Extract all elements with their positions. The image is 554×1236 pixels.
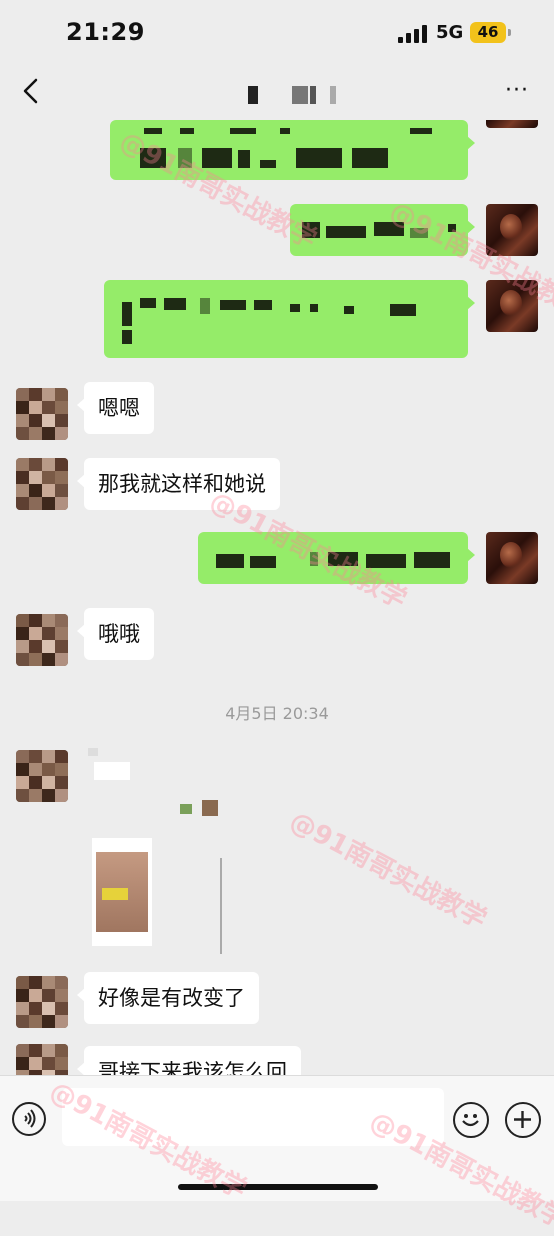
message-text: 好像是有改变了 xyxy=(98,986,245,1010)
avatar-self[interactable] xyxy=(486,120,538,128)
message-bubble-in[interactable]: 嗯嗯 xyxy=(77,382,154,434)
avatar-self[interactable] xyxy=(486,532,538,584)
forwarded-content-redacted[interactable] xyxy=(84,748,244,954)
time-divider: 4月5日 20:34 xyxy=(225,704,329,723)
battery-cap xyxy=(508,29,511,36)
avatar-contact[interactable] xyxy=(16,458,68,510)
message-text: 哦哦 xyxy=(98,622,140,646)
battery-icon: 46 xyxy=(470,22,506,43)
back-icon[interactable] xyxy=(16,74,50,108)
avatar-contact[interactable] xyxy=(16,976,68,1028)
nav-bar: ··· xyxy=(0,62,554,120)
avatar-contact[interactable] xyxy=(16,750,68,802)
status-time: 21:29 xyxy=(66,18,145,46)
input-bar xyxy=(0,1075,554,1201)
message-text: 嗯嗯 xyxy=(98,396,140,420)
message-input[interactable] xyxy=(62,1088,444,1146)
home-indicator[interactable] xyxy=(178,1184,378,1190)
avatar-self[interactable] xyxy=(486,280,538,332)
chat-title-redacted xyxy=(248,84,338,106)
status-bar: 21:29 5G 46 xyxy=(0,0,554,62)
message-bubble-in[interactable]: 那我就这样和她说 xyxy=(77,458,280,510)
more-icon[interactable]: ··· xyxy=(500,76,534,106)
message-bubble-out[interactable] xyxy=(198,532,475,584)
plus-icon[interactable] xyxy=(505,1102,541,1138)
message-bubble-out[interactable] xyxy=(104,280,475,358)
message-bubble-in[interactable]: 好像是有改变了 xyxy=(77,972,259,1024)
avatar-self[interactable] xyxy=(486,204,538,256)
emoji-icon[interactable] xyxy=(453,1102,489,1138)
signal-icon xyxy=(398,25,428,43)
voice-icon[interactable] xyxy=(12,1102,46,1136)
message-bubble-in[interactable]: 哦哦 xyxy=(77,608,154,660)
network-type: 5G xyxy=(436,22,464,43)
message-text: 那我就这样和她说 xyxy=(98,472,266,496)
message-bubble-out[interactable] xyxy=(110,120,475,180)
avatar-contact[interactable] xyxy=(16,614,68,666)
avatar-contact[interactable] xyxy=(16,388,68,440)
message-bubble-out[interactable] xyxy=(290,204,475,256)
chat-area[interactable]: 嗯嗯 那我就这样和她说 哦哦 4月5日 20:34 好像是有改变了 哥接下来我该… xyxy=(0,120,554,1080)
